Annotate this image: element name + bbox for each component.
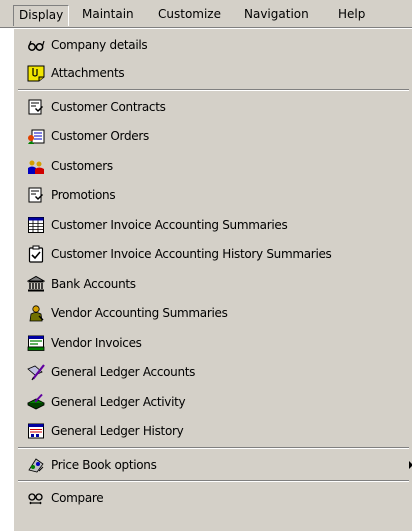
display-dropdown-menu: Company details Attachments Customer Con…	[13, 28, 412, 531]
vendor-person-icon	[29, 305, 44, 322]
bank-icon	[27, 275, 45, 292]
menu-item-vendor-accounting-summaries[interactable]: Vendor Accounting Summaries	[14, 299, 412, 327]
menu-item-label: Vendor Invoices	[51, 336, 142, 350]
menu-item-label: Bank Accounts	[51, 277, 136, 291]
menu-item-label: Vendor Accounting Summaries	[51, 306, 228, 320]
menu-item-label: Customer Orders	[51, 129, 149, 143]
menu-item-label: Company details	[51, 38, 148, 52]
menu-customize[interactable]: Customize	[153, 5, 226, 26]
menu-item-label: General Ledger Accounts	[51, 365, 196, 379]
menu-item-label: Customer Invoice Accounting Summaries	[51, 218, 288, 232]
price-book-icon	[28, 458, 44, 473]
ledger-activity-icon	[27, 393, 45, 410]
menu-item-label: General Ledger Activity	[51, 395, 186, 409]
menu-item-label: General Ledger History	[51, 424, 184, 438]
menu-item-bank-accounts[interactable]: Bank Accounts	[14, 270, 412, 298]
menu-separator	[18, 89, 409, 91]
promotion-document-icon	[28, 187, 43, 203]
menu-item-attachments[interactable]: Attachments	[14, 59, 412, 87]
menu-maintain[interactable]: Maintain	[77, 5, 139, 26]
menu-help[interactable]: Help	[333, 5, 370, 26]
menu-item-compare[interactable]: Compare	[14, 484, 412, 512]
glasses-icon	[28, 40, 45, 51]
contract-document-icon	[28, 99, 43, 115]
menu-item-label: Customer Invoice Accounting History Summ…	[51, 247, 332, 261]
menu-item-label: Customers	[51, 159, 113, 173]
menu-item-general-ledger-history[interactable]: General Ledger History	[14, 417, 412, 445]
menu-item-vendor-invoices[interactable]: Vendor Invoices	[14, 329, 412, 357]
pen-ledger-icon	[27, 364, 45, 381]
menu-bar: Display Maintain Customize Navigation He…	[0, 0, 412, 28]
menu-separator	[18, 447, 409, 449]
clipboard-check-icon	[28, 245, 44, 263]
menu-item-general-ledger-accounts[interactable]: General Ledger Accounts	[14, 358, 412, 386]
menu-item-general-ledger-activity[interactable]: General Ledger Activity	[14, 388, 412, 416]
menu-display[interactable]: Display	[13, 5, 70, 26]
menu-item-label: Attachments	[51, 66, 125, 80]
ledger-grid-icon	[28, 217, 44, 233]
vendor-invoice-icon	[27, 335, 45, 351]
people-icon	[28, 160, 44, 174]
menu-item-customer-invoice-accounting-summaries[interactable]: Customer Invoice Accounting Summaries	[14, 211, 412, 239]
menu-item-customer-orders[interactable]: Customer Orders	[14, 122, 412, 150]
menu-item-label: Promotions	[51, 188, 116, 202]
menu-navigation[interactable]: Navigation	[239, 5, 314, 26]
ledger-history-icon	[28, 423, 44, 439]
compare-icon	[28, 493, 43, 505]
menu-item-label: Customer Contracts	[51, 100, 166, 114]
orders-icon	[28, 129, 45, 144]
menu-item-promotions[interactable]: Promotions	[14, 181, 412, 209]
menu-item-price-book-options[interactable]: Price Book options	[14, 451, 412, 479]
menu-separator	[18, 480, 409, 482]
menu-item-customer-contracts[interactable]: Customer Contracts	[14, 93, 412, 121]
menu-item-label: Price Book options	[51, 458, 157, 472]
menu-item-company-details[interactable]: Company details	[14, 31, 412, 59]
menu-item-customer-invoice-accounting-history-summaries[interactable]: Customer Invoice Accounting History Summ…	[14, 240, 412, 268]
menu-item-label: Compare	[51, 491, 104, 505]
attachment-icon	[27, 65, 45, 82]
menu-item-customers[interactable]: Customers	[14, 152, 412, 180]
